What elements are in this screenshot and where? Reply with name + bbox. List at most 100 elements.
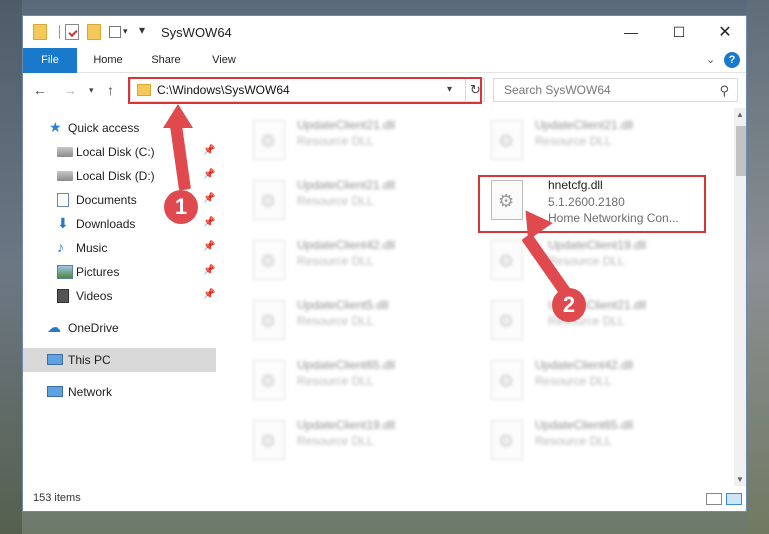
file-type: Resource DLL [535, 134, 612, 148]
customize-icon[interactable] [109, 26, 121, 38]
scrollbar-thumb[interactable] [736, 126, 746, 176]
file-type: Resource DLL [535, 374, 612, 388]
pin-icon[interactable]: 📌 [203, 145, 215, 156]
sidebar-item-onedrive[interactable]: ☁ OneDrive [23, 316, 216, 340]
dll-file-icon [253, 120, 285, 160]
quick-access-toolbar-dropdown-icon[interactable]: ▾ [139, 23, 145, 37]
file-type: Resource DLL [548, 254, 625, 268]
file-name: UpdateClient19.dll [297, 418, 396, 432]
scroll-up-icon[interactable]: ▲ [736, 110, 744, 119]
pin-icon[interactable]: 📌 [203, 265, 215, 276]
dll-file-icon [491, 420, 523, 460]
file-name: UpdateClient65.dll [535, 418, 634, 432]
file-tile[interactable]: UpdateClient19.dll Resource DLL [247, 418, 477, 472]
separator [59, 25, 60, 39]
arrow-head-1 [163, 104, 193, 128]
music-icon: ♪ [57, 239, 64, 255]
file-name: UpdateClient5.dll [297, 298, 389, 312]
sidebar-item-label: Music [76, 241, 108, 255]
file-name: UpdateClient21.dll [535, 118, 634, 132]
item-count: 153 items [33, 492, 81, 504]
new-folder-icon[interactable] [87, 24, 101, 40]
title-bar: ▾ ▾ SysWOW64 — ☐ ✕ [23, 16, 746, 48]
dll-file-icon [253, 180, 285, 220]
search-input[interactable]: Search SysWOW64 ⚲ [493, 78, 738, 102]
chevron-down-icon[interactable]: ▾ [123, 26, 128, 37]
address-bar-highlight [128, 77, 482, 104]
sidebar-item-videos[interactable]: Videos 📌 [23, 284, 216, 308]
pin-icon[interactable]: 📌 [203, 169, 215, 180]
search-placeholder: Search SysWOW64 [504, 83, 611, 97]
cloud-icon: ☁ [47, 319, 61, 335]
disk-icon [57, 147, 73, 157]
minimize-button[interactable]: — [608, 16, 654, 48]
sidebar-item-label: Documents [76, 193, 137, 207]
pictures-icon [57, 265, 73, 279]
file-tile[interactable]: UpdateClient65.dll Resource DLL [485, 418, 715, 472]
details-view-icon[interactable] [706, 493, 722, 505]
file-name: UpdateClient42.dll [535, 358, 634, 372]
file-list: UpdateClient21.dll Resource DLL UpdateCl… [217, 108, 734, 486]
file-type: Resource DLL [297, 134, 374, 148]
file-name: UpdateClient21.dll [297, 178, 396, 192]
recent-locations-chevron-icon[interactable]: ▾ [89, 85, 94, 96]
file-highlight [478, 175, 706, 233]
dll-file-icon [491, 300, 523, 340]
file-tile[interactable]: UpdateClient65.dll Resource DLL [247, 358, 477, 412]
forward-arrow-icon[interactable]: → [63, 82, 77, 98]
maximize-button[interactable]: ☐ [656, 16, 702, 48]
file-tile[interactable]: UpdateClient21.dll Resource DLL [247, 118, 477, 172]
dll-file-icon [491, 120, 523, 160]
sidebar-item-label: Pictures [76, 265, 120, 279]
tab-view[interactable]: View [197, 48, 251, 73]
file-type: Resource DLL [297, 314, 374, 328]
file-tile[interactable]: UpdateClient19.dll Resource DLL [485, 238, 715, 292]
file-tile[interactable]: UpdateClient21.dll Resource DLL [485, 298, 715, 352]
sidebar-item-music[interactable]: ♪ Music 📌 [23, 236, 216, 260]
pin-icon[interactable]: 📌 [203, 289, 215, 300]
sidebar-item-this-pc[interactable]: This PC [23, 348, 216, 372]
vertical-scrollbar[interactable]: ▲ ▼ [734, 108, 746, 486]
expand-ribbon-icon[interactable]: ⌄ [706, 53, 715, 66]
tab-share[interactable]: Share [139, 48, 193, 73]
close-button[interactable]: ✕ [702, 16, 746, 48]
help-icon[interactable]: ? [724, 52, 740, 68]
file-name: UpdateClient42.dll [297, 238, 396, 252]
file-tile[interactable]: UpdateClient42.dll Resource DLL [485, 358, 715, 412]
dll-file-icon [253, 240, 285, 280]
tab-file[interactable]: File [23, 48, 77, 73]
sidebar-item-network[interactable]: Network [23, 380, 216, 404]
pin-icon[interactable]: 📌 [203, 193, 215, 204]
sidebar-item-pictures[interactable]: Pictures 📌 [23, 260, 216, 284]
disk-icon [57, 171, 73, 181]
folder-icon [33, 24, 47, 40]
window-title: SysWOW64 [161, 25, 232, 40]
properties-icon[interactable] [65, 24, 79, 40]
file-tile[interactable]: UpdateClient21.dll Resource DLL [485, 118, 715, 172]
pin-icon[interactable]: 📌 [203, 217, 215, 228]
tab-home[interactable]: Home [81, 48, 135, 73]
computer-icon [47, 354, 63, 365]
file-tile[interactable]: UpdateClient21.dll Resource DLL [247, 178, 477, 232]
status-bar: 153 items [23, 487, 746, 511]
file-name: UpdateClient65.dll [297, 358, 396, 372]
callout-1: 1 [164, 190, 198, 224]
file-type: Resource DLL [297, 434, 374, 448]
file-tile[interactable]: UpdateClient5.dll Resource DLL [247, 298, 477, 352]
up-arrow-icon[interactable]: ↑ [107, 82, 114, 98]
download-icon: ⬇ [57, 215, 69, 231]
sidebar-item-label: Local Disk (C:) [76, 145, 155, 159]
file-tile[interactable]: UpdateClient42.dll Resource DLL [247, 238, 477, 292]
dll-file-icon [253, 300, 285, 340]
large-icons-view-icon[interactable] [726, 493, 742, 505]
desktop-background-right [747, 0, 769, 534]
pin-icon[interactable]: 📌 [203, 241, 215, 252]
file-name: UpdateClient19.dll [548, 238, 647, 252]
dll-file-icon [491, 240, 523, 280]
scroll-down-icon[interactable]: ▼ [736, 475, 744, 484]
sidebar-item-label: This PC [68, 353, 111, 367]
file-type: Resource DLL [297, 374, 374, 388]
star-icon: ★ [49, 119, 62, 135]
back-arrow-icon[interactable]: ← [33, 82, 47, 98]
sidebar-item-label: Videos [76, 289, 113, 303]
